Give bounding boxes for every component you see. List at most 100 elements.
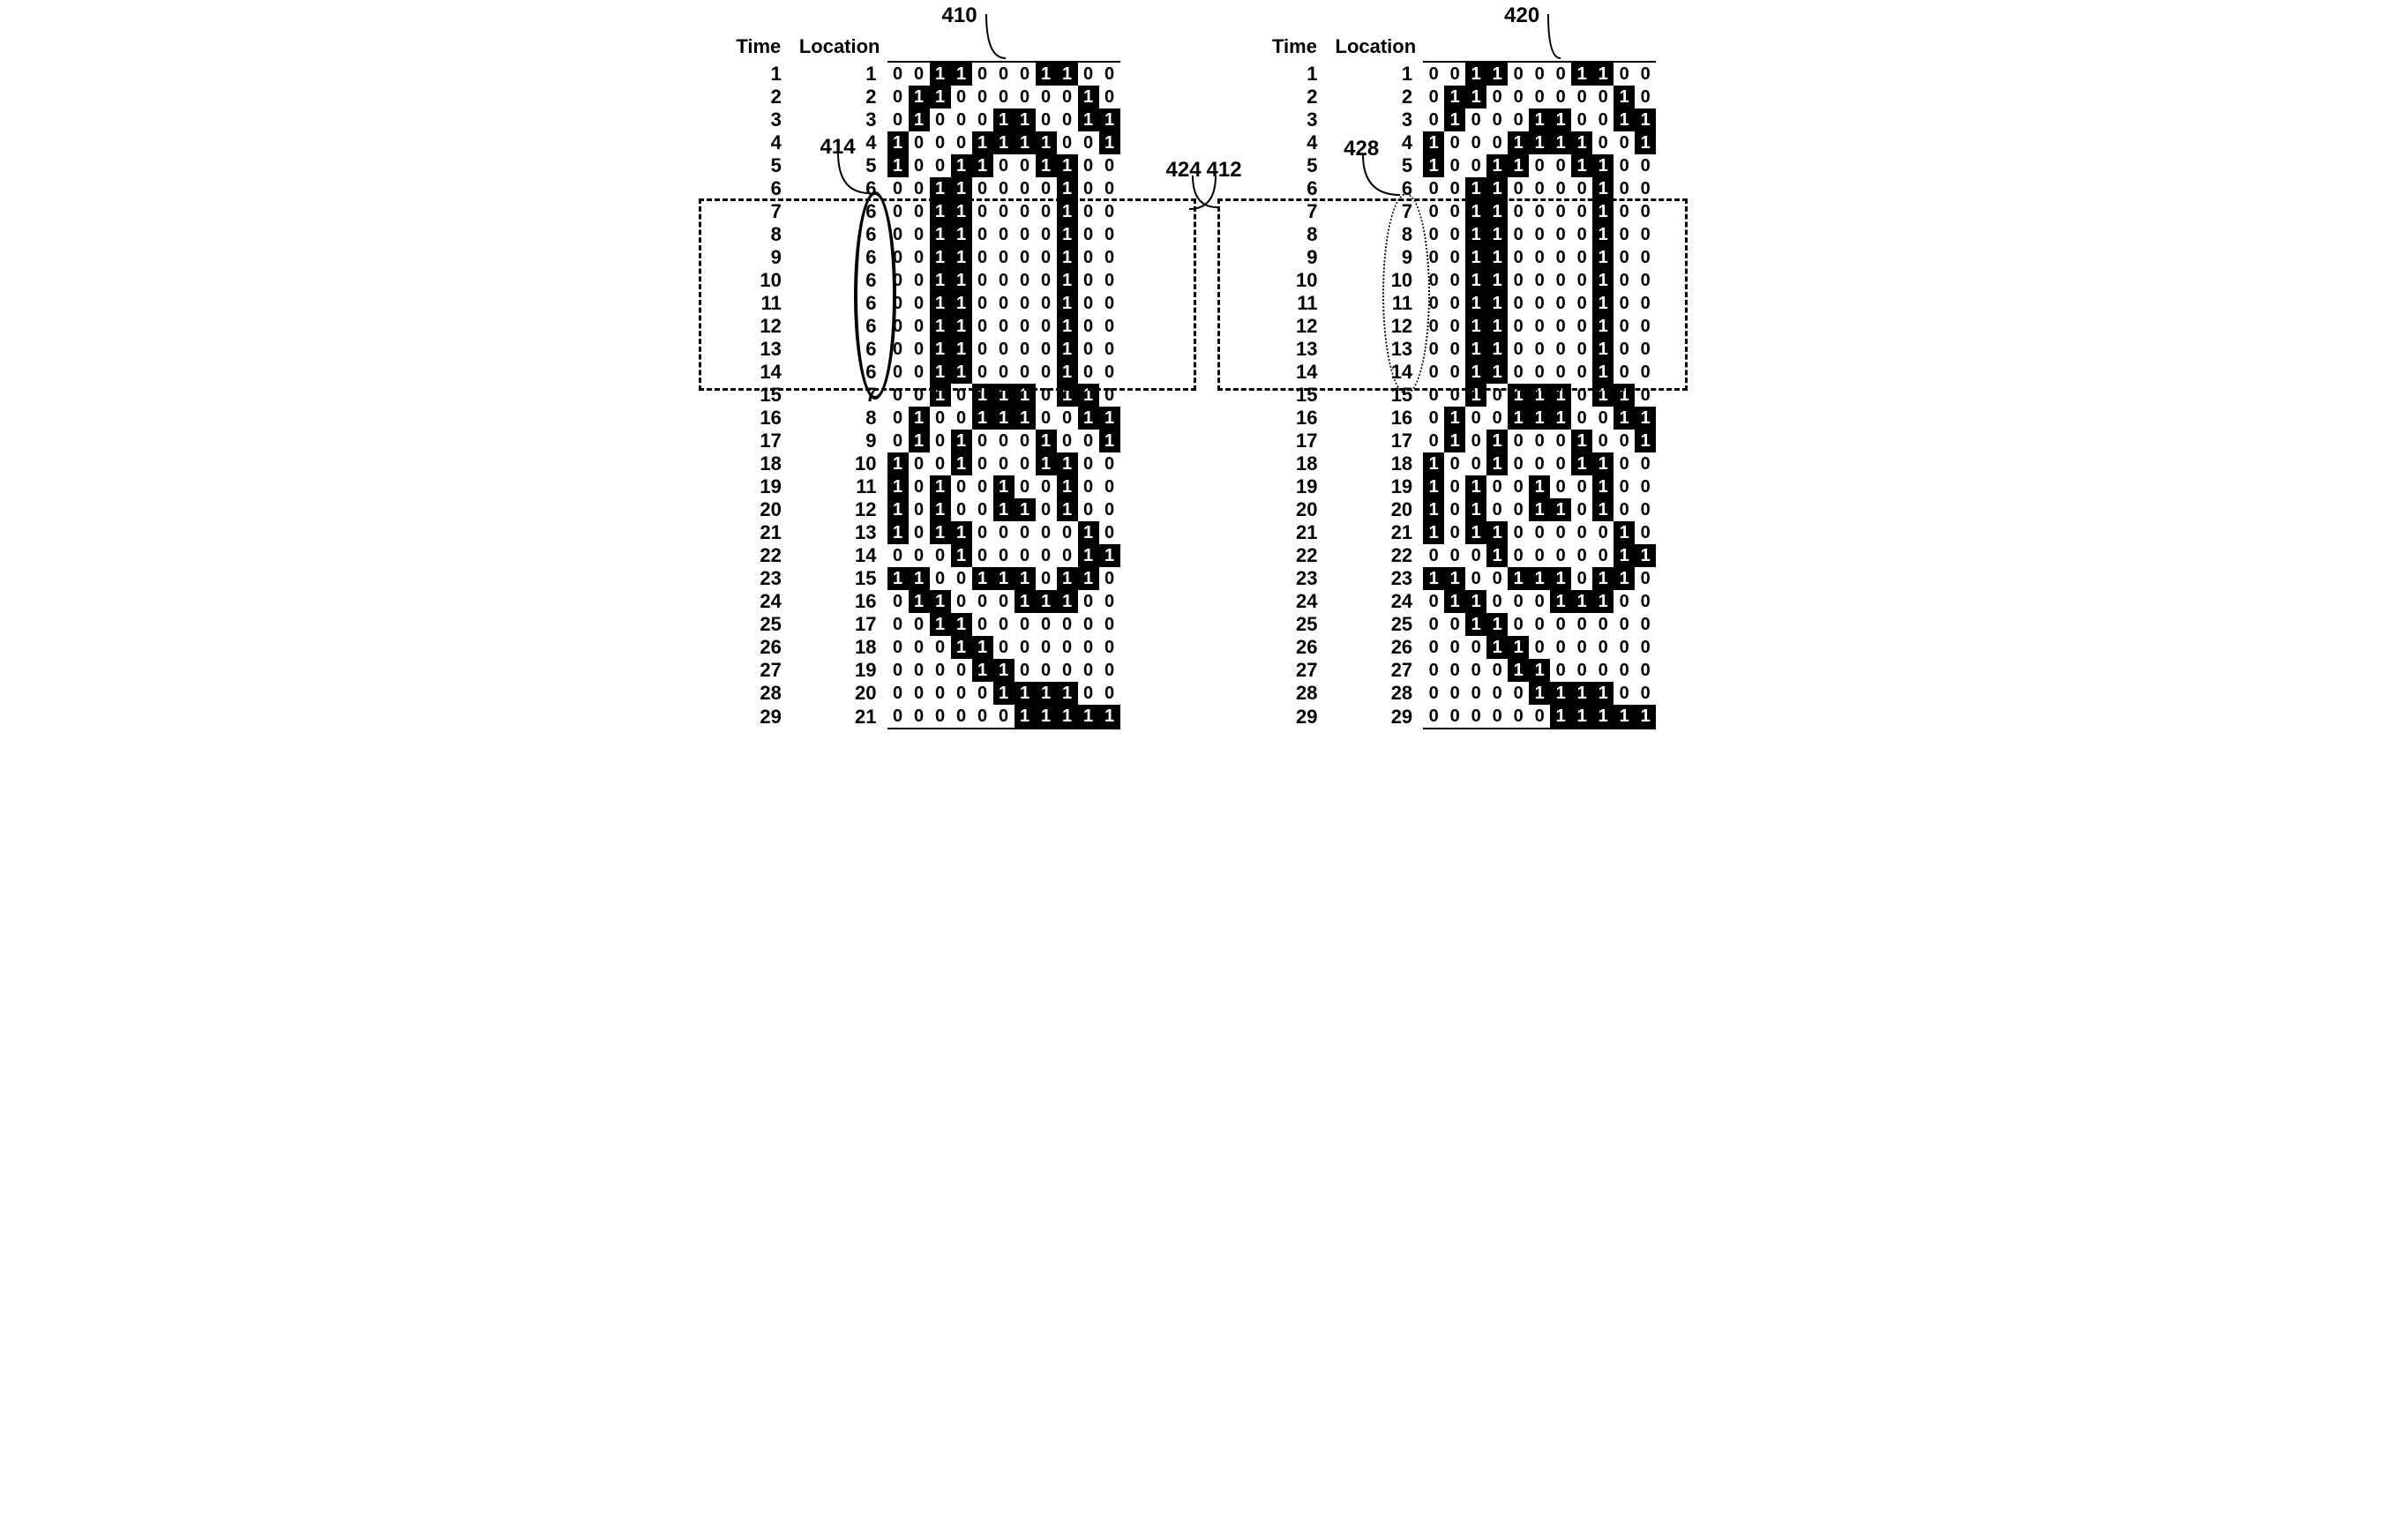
location-header: Location xyxy=(1329,35,1424,62)
bit-cell: 0 xyxy=(930,108,951,131)
bit-cell: 1 xyxy=(1486,430,1508,452)
bit-cell: 0 xyxy=(951,131,972,154)
bit-cell: 1 xyxy=(1592,62,1614,86)
bit-cell: 1 xyxy=(1592,154,1614,177)
location-cell: 9 xyxy=(792,430,887,452)
bit-cell: 1 xyxy=(1099,705,1120,729)
location-cell: 2 xyxy=(792,86,887,108)
bit-cell: 0 xyxy=(1444,682,1465,705)
bit-cell: 0 xyxy=(1529,246,1550,269)
bit-cell: 1 xyxy=(1015,131,1036,154)
bit-cell: 0 xyxy=(1508,200,1529,223)
bit-cell: 1 xyxy=(1465,338,1486,361)
bit-cell: 0 xyxy=(993,590,1015,613)
bit-cell: 1 xyxy=(972,659,993,682)
time-cell: 19 xyxy=(725,475,792,498)
bit-cell: 0 xyxy=(1015,154,1036,177)
bit-cell: 0 xyxy=(930,544,951,567)
bit-cell: 0 xyxy=(972,246,993,269)
bit-cell: 0 xyxy=(1635,498,1656,521)
bit-cell: 0 xyxy=(1508,223,1529,246)
bit-cell: 1 xyxy=(1550,131,1571,154)
bit-cell: 1 xyxy=(930,338,951,361)
bit-cell: 0 xyxy=(909,659,930,682)
location-cell: 8 xyxy=(1329,223,1424,246)
bit-cell: 1 xyxy=(1057,498,1078,521)
bit-cell: 1 xyxy=(1529,407,1550,430)
bit-cell: 0 xyxy=(1444,315,1465,338)
bit-cell: 1 xyxy=(1529,498,1550,521)
bit-cell: 1 xyxy=(1078,108,1099,131)
bit-cell: 0 xyxy=(1423,246,1444,269)
bit-cell: 1 xyxy=(1592,269,1614,292)
bit-cell: 0 xyxy=(1635,86,1656,108)
time-cell: 15 xyxy=(725,384,792,407)
bit-cell: 0 xyxy=(951,108,972,131)
bit-cell: 0 xyxy=(1592,86,1614,108)
bit-cell: 1 xyxy=(951,200,972,223)
bit-cell: 1 xyxy=(1571,452,1592,475)
bit-cell: 1 xyxy=(951,292,972,315)
bit-cell: 0 xyxy=(951,705,972,729)
bit-cell: 1 xyxy=(1057,223,1078,246)
bit-cell: 1 xyxy=(1635,108,1656,131)
bit-cell: 0 xyxy=(1508,475,1529,498)
bit-cell: 0 xyxy=(1036,475,1057,498)
bit-cell: 0 xyxy=(887,200,909,223)
bit-cell: 1 xyxy=(1465,269,1486,292)
bit-cell: 0 xyxy=(1078,315,1099,338)
bit-cell: 1 xyxy=(993,498,1015,521)
location-cell: 6 xyxy=(792,269,887,292)
bit-cell: 1 xyxy=(1550,384,1571,407)
bit-cell: 0 xyxy=(1036,498,1057,521)
time-cell: 4 xyxy=(1262,131,1329,154)
bit-cell: 0 xyxy=(1015,430,1036,452)
bit-cell: 1 xyxy=(1015,567,1036,590)
bit-cell: 0 xyxy=(1423,407,1444,430)
bit-cell: 0 xyxy=(1635,246,1656,269)
bit-cell: 0 xyxy=(1036,246,1057,269)
time-cell: 28 xyxy=(725,682,792,705)
bit-cell: 0 xyxy=(1465,452,1486,475)
bit-cell: 0 xyxy=(1571,200,1592,223)
time-cell: 19 xyxy=(1262,475,1329,498)
location-cell: 12 xyxy=(792,498,887,521)
bit-cell: 0 xyxy=(1099,498,1120,521)
bit-cell: 1 xyxy=(993,682,1015,705)
bit-cell: 1 xyxy=(1508,384,1529,407)
bit-cell: 0 xyxy=(1571,223,1592,246)
bit-cell: 1 xyxy=(1057,682,1078,705)
bit-cell: 1 xyxy=(1592,498,1614,521)
bit-cell: 0 xyxy=(1486,682,1508,705)
bit-cell: 1 xyxy=(1486,452,1508,475)
hook-428 xyxy=(1345,137,1418,213)
time-cell: 21 xyxy=(1262,521,1329,544)
bit-cell: 1 xyxy=(1444,86,1465,108)
bit-cell: 0 xyxy=(1444,384,1465,407)
bit-cell: 0 xyxy=(1465,636,1486,659)
location-cell: 13 xyxy=(792,521,887,544)
location-cell: 18 xyxy=(1329,452,1424,475)
bit-cell: 1 xyxy=(1614,407,1635,430)
bit-cell: 0 xyxy=(1529,269,1550,292)
bit-cell: 1 xyxy=(1592,682,1614,705)
time-cell: 4 xyxy=(725,131,792,154)
bit-cell: 0 xyxy=(951,682,972,705)
bit-cell: 1 xyxy=(1465,361,1486,384)
bit-cell: 1 xyxy=(1423,154,1444,177)
bit-cell: 0 xyxy=(887,705,909,729)
bit-cell: 0 xyxy=(1529,705,1550,729)
bit-cell: 0 xyxy=(1592,131,1614,154)
bit-cell: 0 xyxy=(1592,659,1614,682)
bit-cell: 0 xyxy=(1486,590,1508,613)
bit-cell: 1 xyxy=(1486,613,1508,636)
bit-cell: 1 xyxy=(930,498,951,521)
bit-cell: 0 xyxy=(972,177,993,200)
bit-cell: 0 xyxy=(1099,682,1120,705)
bit-cell: 0 xyxy=(993,154,1015,177)
bit-cell: 1 xyxy=(1057,200,1078,223)
bit-cell: 0 xyxy=(930,154,951,177)
bit-cell: 0 xyxy=(930,636,951,659)
time-cell: 3 xyxy=(1262,108,1329,131)
bit-cell: 0 xyxy=(1423,86,1444,108)
